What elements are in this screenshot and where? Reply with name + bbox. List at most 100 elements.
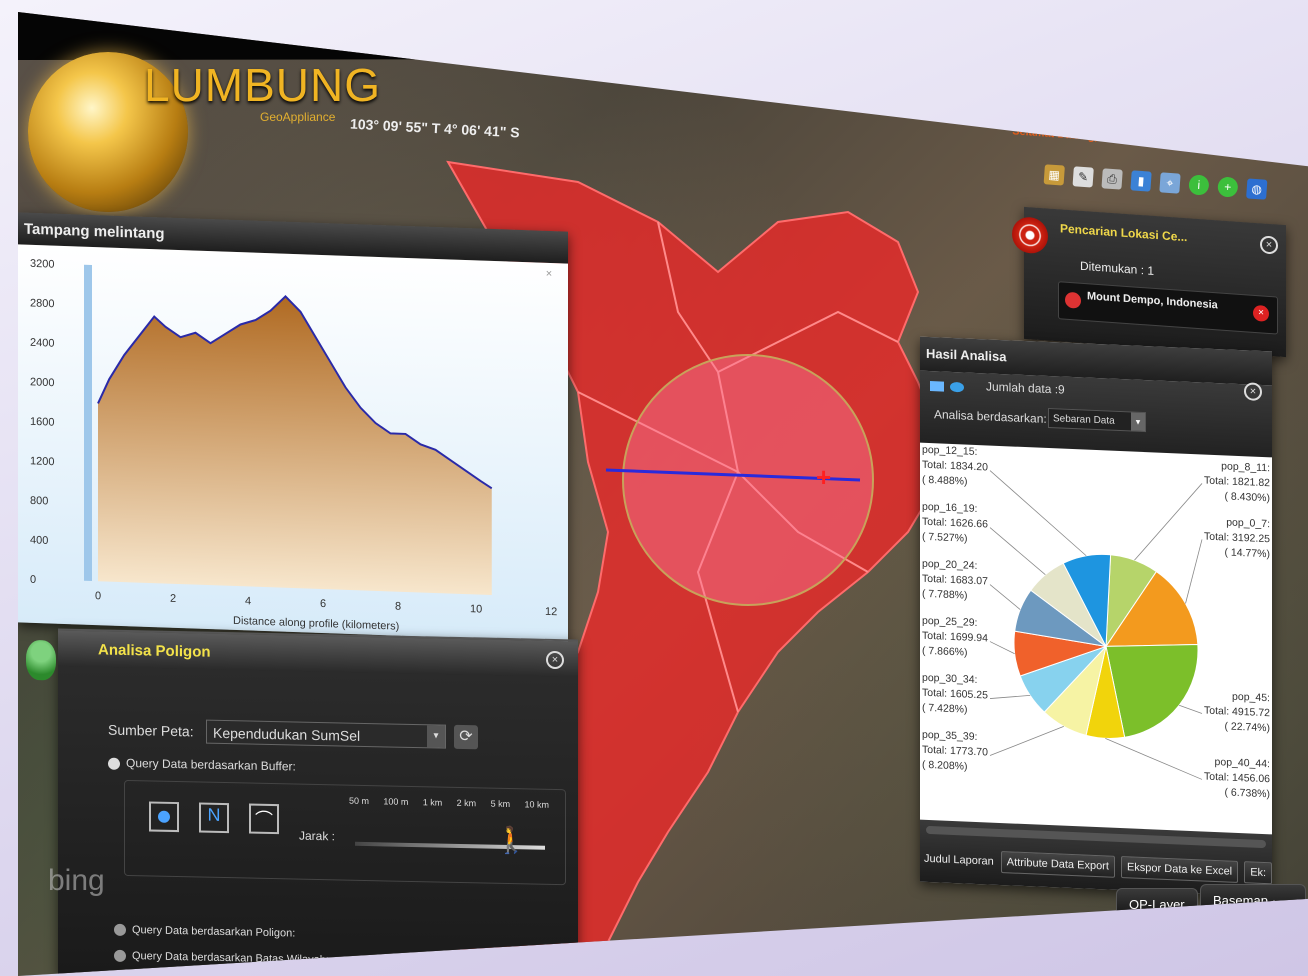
chevron-down-icon[interactable]: ▾ (427, 725, 445, 748)
map-application: + LUMBUNG GeoAppliance 103° 09' 55" T 4°… (18, 12, 1308, 976)
add-icon[interactable]: + (1217, 176, 1239, 198)
more-export-button[interactable]: Ek: (1244, 861, 1273, 885)
cross-section-panel[interactable]: Tampang melintang × 0 400 800 1200 1600 2000 2… (18, 212, 568, 642)
pie-label-pop_8_11: ( 8.430%) (1224, 490, 1270, 504)
attribute-export-button[interactable]: Attribute Data Export (1000, 851, 1115, 878)
pie-label-pop_40_44: Total: 1456.06 (1204, 771, 1270, 786)
chevron-down-icon[interactable]: ▾ (1131, 412, 1145, 432)
y-tick-label: 0 (30, 574, 36, 586)
region-boundary (577, 391, 740, 713)
buffer-option-label: Query Data berdasarkan Buffer: (126, 755, 296, 774)
pie-leader-line (1185, 539, 1203, 604)
population-pie-chart: pop_12_15:Total: 1834.20( 8.488%) pop_16_… (922, 444, 1270, 801)
polygon-option[interactable]: Query Data berdasarkan Poligon: (114, 923, 296, 940)
close-icon[interactable]: × (1260, 235, 1278, 255)
scale-tick-label: 2 km (456, 797, 477, 809)
distance-label: Jarak : (299, 828, 336, 844)
print-icon[interactable]: ⎙ (1101, 168, 1123, 190)
info-icon[interactable]: i (1188, 174, 1210, 196)
scale-tick-label: 5 km (490, 798, 511, 810)
x-axis-label: Distance along profile (kilometers) (233, 615, 399, 633)
x-tick-label: 6 (320, 598, 326, 610)
pie-label-pop_8_11: Total: 1821.82 (1204, 475, 1270, 490)
op-layer-button[interactable]: OP-Layer (1116, 888, 1198, 921)
pie-label-pop_40_44: ( 6.738%) (1224, 786, 1270, 800)
pie-label-pop_0_7: pop_0_7: (1226, 516, 1270, 530)
cross-section-body: × 0 400 800 1200 1600 2000 2400 2800 3200 0 2 4 6 8 10… (18, 244, 568, 642)
target-icon (1012, 216, 1048, 255)
pie-leader-line (989, 527, 1046, 576)
pin-icon[interactable]: ⌖ (1159, 172, 1181, 194)
point-tool-icon[interactable] (149, 801, 179, 833)
basemap-button[interactable]: Basemap ▴ (1200, 884, 1306, 917)
pie-label-pop_40_44: pop_40_44: (1215, 756, 1270, 770)
radio-boundary[interactable] (114, 949, 126, 963)
x-tick-label: 10 (470, 603, 482, 615)
walking-person-icon[interactable]: 🚶 (495, 825, 527, 857)
search-found-count: Ditemukan : 1 (1080, 258, 1155, 278)
pie-label-pop_16_19: ( 7.527%) (922, 531, 968, 545)
edit-icon[interactable]: ✎ (1072, 166, 1094, 188)
source-select[interactable]: Kependudukan SumSel ▾ (206, 719, 446, 749)
location-search-panel[interactable]: Pencarian Lokasi Ce... × Ditemukan : 1 M… (1012, 206, 1286, 358)
radio-polygon[interactable] (114, 923, 126, 937)
pie-label-pop_20_24: Total: 1683.07 (922, 573, 988, 588)
pie-leader-line (989, 694, 1031, 699)
x-tick-label: 4 (245, 595, 251, 607)
analysis-type-value: Sebaran Data (1053, 413, 1115, 427)
pie-label-pop_30_34: ( 7.428%) (922, 702, 968, 716)
pie-leader-line (1134, 483, 1203, 561)
elevation-area (98, 296, 492, 595)
chart-view-icon[interactable] (950, 381, 964, 393)
remove-result-icon[interactable]: × (1253, 304, 1269, 322)
x-tick-label: 8 (395, 601, 401, 613)
pie-label-pop_12_15: pop_12_15: (922, 444, 977, 458)
line-tool-icon[interactable]: N (199, 802, 229, 834)
search-result-item[interactable]: Mount Dempo, Indonesia × (1058, 281, 1278, 335)
report-title-label: Judul Laporan (924, 852, 994, 868)
pie-label-pop_30_34: pop_30_34: (922, 672, 977, 686)
pie-label-pop_20_24: pop_20_24: (922, 558, 977, 572)
welcome-links[interactable]: Selamat Datang, administrator! Beranda L… (1012, 125, 1262, 154)
close-icon[interactable]: × (546, 650, 564, 670)
radio-buffer[interactable] (108, 757, 120, 770)
chart-icon[interactable]: ▮ (1130, 170, 1152, 192)
scale-tick-label: 1 km (422, 797, 443, 808)
freehand-tool-icon[interactable]: ⌒ (249, 803, 279, 835)
basemap-button-label: Basemap (1213, 893, 1268, 908)
data-count: Jumlah data :9 (986, 379, 1065, 397)
buffer-option[interactable]: Query Data berdasarkan Buffer: (108, 756, 296, 774)
y-tick-label: 2400 (30, 337, 54, 350)
layers-icon[interactable]: ▦ (1043, 164, 1065, 186)
close-icon[interactable]: × (540, 267, 558, 286)
scale-tick-label: 10 km (524, 799, 549, 810)
search-result-label: Mount Dempo, Indonesia (1087, 290, 1218, 312)
boundary-option[interactable]: Query Data berdasarkan Batas Wilayah: (114, 949, 329, 967)
pie-label-pop_25_29: ( 7.866%) (922, 645, 968, 659)
boundary-option-label: Query Data berdasarkan Batas Wilayah: (132, 950, 329, 967)
excel-export-button[interactable]: Ekspor Data ke Excel (1120, 856, 1239, 883)
analysis-by-label: Analisa berdasarkan: (934, 407, 1047, 426)
region-boundary (657, 221, 899, 374)
close-icon[interactable]: × (1244, 382, 1262, 401)
analysis-result-panel[interactable]: Hasil Analisa × Jumlah data :9 Analisa b… (920, 336, 1273, 897)
region-boundary (717, 371, 869, 573)
pie-leader-line (989, 641, 1015, 655)
search-panel-title: Pencarian Lokasi Ce... (1060, 221, 1188, 245)
coordinate-readout: 103° 09' 55" T 4° 06' 41" S (349, 115, 520, 141)
scale-tick-label: 100 m (383, 796, 409, 807)
y-tick-label: 2800 (30, 297, 54, 310)
polygon-option-label: Query Data berdasarkan Poligon: (132, 924, 296, 940)
polygon-analysis-panel[interactable]: Analisa Poligon × Sumber Peta: Kependudu… (26, 628, 578, 976)
buffer-circle (622, 354, 874, 606)
analysis-type-select[interactable]: Sebaran Data ▾ (1048, 407, 1146, 433)
users-icon (26, 639, 56, 681)
distance-scale: 50 m 100 m 1 km 2 km 5 km 10 km (349, 796, 549, 810)
source-select-value: Kependudukan SumSel (213, 724, 361, 744)
table-view-icon[interactable] (930, 381, 944, 392)
refresh-icon[interactable]: ⟳ (454, 724, 478, 750)
pie-label-pop_25_29: Total: 1699.94 (922, 630, 988, 645)
bing-logo: bing (48, 864, 105, 897)
globe-icon[interactable]: ◍ (1246, 178, 1268, 200)
x-tick-label: 12 (545, 606, 557, 618)
